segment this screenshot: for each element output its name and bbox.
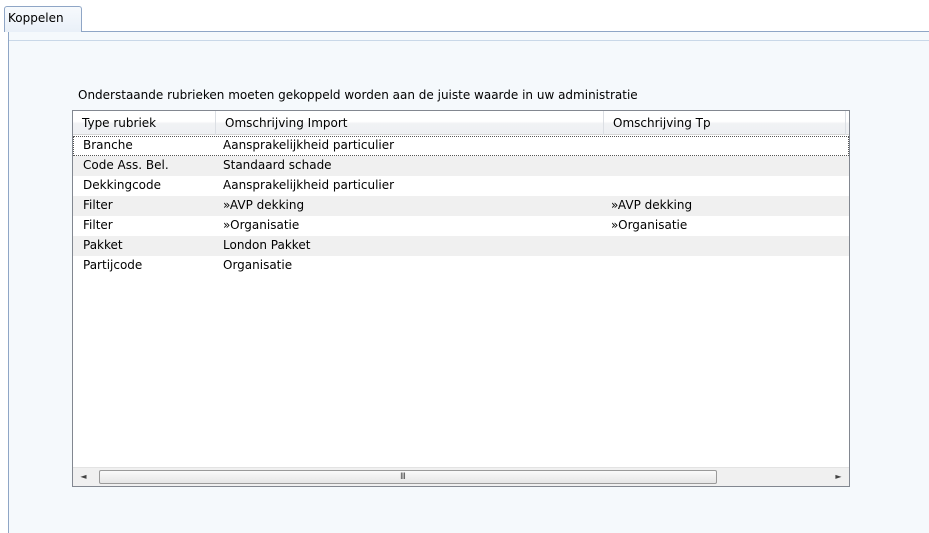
- listview-rows: Branche Aansprakelijkheid particulier Co…: [73, 136, 849, 276]
- table-row[interactable]: Pakket London Pakket: [73, 236, 849, 256]
- column-header-type-rubriek[interactable]: Type rubriek: [73, 111, 216, 135]
- cell-type-rubriek: Pakket: [83, 238, 123, 252]
- column-header-label: Type rubriek: [82, 116, 157, 130]
- scrollbar-thumb[interactable]: III: [99, 470, 717, 484]
- table-row[interactable]: Dekkingcode Aansprakelijkheid particulie…: [73, 176, 849, 196]
- horizontal-scrollbar[interactable]: ◄ III ►: [73, 467, 849, 486]
- column-header-label: Omschrijving Import: [225, 116, 348, 130]
- panel-divider: [9, 40, 929, 41]
- tab-strip: Koppelen: [0, 0, 929, 32]
- listview-header: Type rubriek Omschrijving Import Omschri…: [73, 111, 849, 135]
- cell-omschrijving-import: Aansprakelijkheid particulier: [223, 178, 395, 192]
- cell-type-rubriek: Filter: [83, 198, 113, 212]
- cell-omschrijving-import: Aansprakelijkheid particulier: [223, 138, 395, 152]
- scroll-left-icon[interactable]: ◄: [75, 469, 92, 485]
- cell-type-rubriek: Filter: [83, 218, 113, 232]
- table-row[interactable]: Partijcode Organisatie: [73, 256, 849, 276]
- table-row[interactable]: Branche Aansprakelijkheid particulier: [73, 136, 849, 156]
- mapping-listview[interactable]: Type rubriek Omschrijving Import Omschri…: [72, 110, 850, 487]
- cell-omschrijving-import: »AVP dekking: [223, 198, 305, 212]
- cell-type-rubriek: Branche: [83, 138, 133, 152]
- cell-omschrijving-import: »Organisatie: [223, 218, 300, 232]
- table-row[interactable]: Code Ass. Bel. Standaard schade: [73, 156, 849, 176]
- column-header-omschrijving-tp[interactable]: Omschrijving Tp: [604, 111, 846, 135]
- tab-koppelen-label: Koppelen: [8, 11, 64, 25]
- cell-type-rubriek: Partijcode: [83, 258, 143, 272]
- scroll-right-icon[interactable]: ►: [830, 469, 847, 485]
- cell-omschrijving-import: Organisatie: [223, 258, 293, 272]
- column-header-label: Omschrijving Tp: [613, 116, 711, 130]
- cell-type-rubriek: Code Ass. Bel.: [83, 158, 169, 172]
- grip-icon: III: [400, 472, 406, 482]
- table-row[interactable]: Filter »AVP dekking »AVP dekking: [73, 196, 849, 216]
- instruction-text: Onderstaande rubrieken moeten gekoppeld …: [78, 88, 638, 102]
- cell-omschrijving-tp: »Organisatie: [611, 218, 688, 232]
- column-header-omschrijving-import[interactable]: Omschrijving Import: [216, 111, 604, 135]
- cell-omschrijving-tp: »AVP dekking: [611, 198, 693, 212]
- table-row[interactable]: Filter »Organisatie »Organisatie: [73, 216, 849, 236]
- cell-type-rubriek: Dekkingcode: [83, 178, 162, 192]
- tab-koppelen[interactable]: Koppelen: [4, 6, 82, 32]
- cell-omschrijving-import: Standaard schade: [223, 158, 332, 172]
- cell-omschrijving-import: London Pakket: [223, 238, 311, 252]
